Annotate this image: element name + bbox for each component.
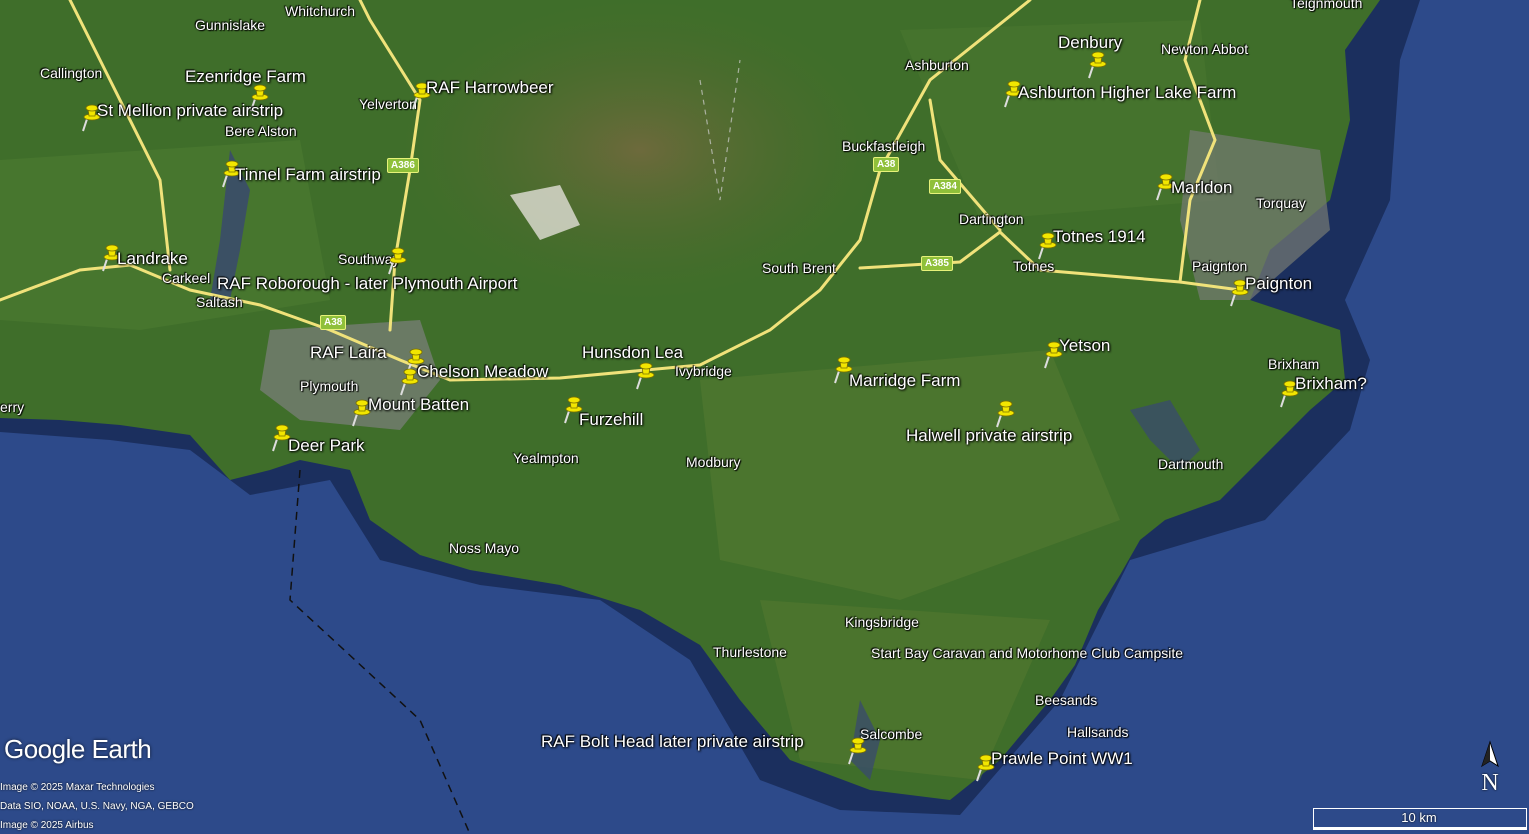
- scale-label: 10 km: [1401, 810, 1437, 825]
- pin-label[interactable]: Prawle Point WW1: [991, 749, 1133, 769]
- place-label: Dartmouth: [1158, 456, 1224, 472]
- place-label: Kingsbridge: [845, 614, 919, 630]
- road-shield: A38: [873, 157, 900, 172]
- map-view[interactable]: Gunnislake Whitchurch Callington Bere Al…: [0, 0, 1529, 834]
- google-earth-logo: Google Earth: [4, 734, 152, 764]
- credit-line: Image © 2025 Airbus: [0, 820, 94, 831]
- place-label: Thurlestone: [713, 644, 787, 660]
- pin-label[interactable]: Denbury: [1058, 33, 1122, 53]
- pin-label[interactable]: Deer Park: [288, 436, 365, 456]
- place-label: Whitchurch: [285, 3, 356, 19]
- road-shield: A38: [320, 315, 347, 330]
- place-label: Brixham: [1268, 356, 1320, 372]
- place-label: Callington: [40, 65, 103, 81]
- place-label: Saltash: [196, 294, 243, 310]
- pin-label[interactable]: Halwell private airstrip: [906, 426, 1072, 446]
- pushpin-icon[interactable]: [386, 247, 408, 275]
- place-label: Teignmouth: [1290, 0, 1363, 11]
- compass-label: N: [1481, 770, 1499, 796]
- pin-label[interactable]: RAF Roborough - later Plymouth Airport: [217, 274, 517, 294]
- place-label: Dartington: [959, 211, 1024, 227]
- place-label: Hallsands: [1067, 724, 1129, 740]
- pin-label[interactable]: Tinnel Farm airstrip: [235, 165, 381, 185]
- pin-label[interactable]: Landrake: [117, 249, 188, 269]
- place-label: Yelverton: [359, 96, 417, 112]
- place-label: Salcombe: [860, 726, 923, 742]
- place-label: Yealmpton: [513, 450, 579, 466]
- place-label: Gunnislake: [195, 17, 266, 33]
- place-label: Totnes: [1013, 258, 1055, 274]
- place-label: Noss Mayo: [449, 540, 520, 556]
- place-label: South Brent: [762, 260, 836, 276]
- pin-label[interactable]: Marldon: [1171, 178, 1232, 198]
- place-label: Newton Abbot: [1161, 41, 1249, 57]
- north-arrow-icon[interactable]: N: [1476, 740, 1504, 800]
- place-label: Ashburton: [905, 57, 969, 73]
- pushpin-icon[interactable]: [994, 400, 1016, 428]
- place-label: Carkeel: [162, 270, 211, 286]
- road-shield: A385: [921, 256, 953, 271]
- pin-label[interactable]: Mount Batten: [368, 395, 469, 415]
- pin-label[interactable]: Furzehill: [579, 410, 643, 430]
- road-shield: A384: [929, 179, 961, 194]
- pin-label[interactable]: Hunsdon Lea: [582, 343, 683, 363]
- pin-label[interactable]: Yetson: [1059, 336, 1110, 356]
- dartmoor: [400, 0, 880, 300]
- pin-label[interactable]: Paignton: [1245, 274, 1312, 294]
- pin-label[interactable]: Totnes 1914: [1053, 227, 1146, 247]
- pushpin-icon[interactable]: [634, 362, 656, 390]
- pin-label[interactable]: RAF Bolt Head later private airstrip: [541, 732, 804, 752]
- pin-label[interactable]: Marridge Farm: [849, 371, 960, 391]
- pin-label[interactable]: Chelson Meadow: [417, 362, 548, 382]
- place-label: Modbury: [686, 454, 741, 470]
- pushpin-icon[interactable]: [846, 737, 868, 765]
- place-label: Buckfastleigh: [842, 138, 926, 154]
- pin-label[interactable]: RAF Harrowbeer: [426, 78, 554, 98]
- place-label: Torquay: [1256, 195, 1306, 211]
- road-shield: A386: [387, 158, 419, 173]
- place-label: Paignton: [1192, 258, 1248, 274]
- pin-label[interactable]: Start Bay Caravan and Motorhome Club Cam…: [871, 645, 1183, 661]
- place-label: Ivybridge: [675, 363, 732, 379]
- place-label: Plymouth: [300, 378, 359, 394]
- place-label: Bere Alston: [225, 123, 297, 139]
- pin-label[interactable]: Brixham?: [1295, 374, 1367, 394]
- credit-line: Image © 2025 Maxar Technologies: [0, 782, 155, 793]
- pin-label[interactable]: Ashburton Higher Lake Farm: [1018, 83, 1236, 103]
- pushpin-icon[interactable]: [1086, 51, 1108, 79]
- pin-label[interactable]: RAF Laira: [310, 343, 387, 363]
- place-label: Beesands: [1035, 692, 1098, 708]
- pin-label[interactable]: St Mellion private airstrip: [97, 101, 283, 121]
- pin-label[interactable]: Ezenridge Farm: [185, 67, 306, 87]
- credit-line: Data SIO, NOAA, U.S. Navy, NGA, GEBCO: [0, 801, 194, 812]
- place-label: erry: [0, 399, 25, 415]
- imagery-credits: Image © 2025 Maxar Technologies Data SIO…: [0, 778, 194, 834]
